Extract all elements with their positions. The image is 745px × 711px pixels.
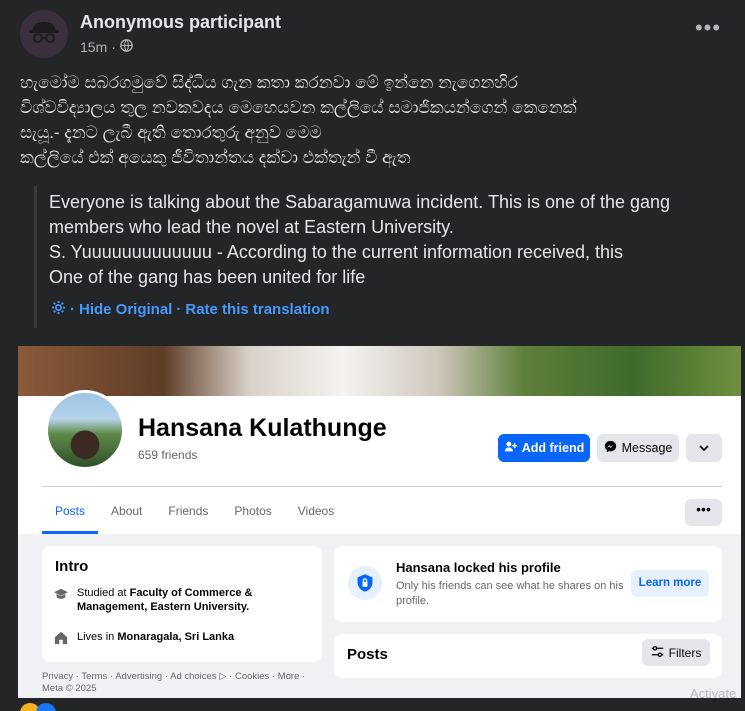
home-icon [54, 631, 68, 645]
post-meta: 15m · [80, 39, 133, 55]
profile-more-button: ••• [685, 499, 722, 526]
sliders-icon [651, 645, 664, 661]
locked-profile-card: Hansana locked his profile Only his frie… [334, 546, 722, 622]
intro-card: Intro Studied at Faculty of Commerce & M… [42, 546, 322, 662]
posts-title: Posts [347, 646, 388, 663]
tab-posts: Posts [42, 492, 99, 534]
studied-place-cont: Management, Eastern University. [77, 601, 250, 613]
translation-block: Everyone is talking about the Sabaragamu… [34, 186, 730, 328]
post-header: Anonymous participant 15m · ••• [20, 10, 725, 60]
translation-line: S. Yuuuuuuuuuuuuu - According to the cur… [49, 242, 624, 262]
activate-watermark: Activate [690, 686, 737, 701]
shield-icon [348, 566, 382, 600]
profile-tabs: Posts About Friends Photos Videos [42, 492, 347, 534]
tab-friends: Friends [168, 504, 209, 518]
profile-header: Hansana Kulathunge 659 friends Add frien… [18, 390, 741, 534]
post-text-line: සැයූ.- දැනට ලැබී ඇති තොරතුරු අනුව මෙම [20, 123, 322, 142]
post-more-button[interactable]: ••• [691, 17, 725, 44]
post-text-line: විශ්වවිද්‍යාලය තුල නවකවදය මෙහෙයවන කල්ලිය… [20, 98, 577, 117]
footer-line: Meta © 2025 [42, 683, 97, 694]
post-text-line: හැමෝම සබරගමුවේ සිද්ධිය ගැන කතා කරනවා මේ … [20, 73, 518, 92]
post-time[interactable]: 15m [80, 39, 107, 55]
hide-original-link[interactable]: Hide Original [79, 301, 172, 318]
post-card: Anonymous participant 15m · ••• හැමෝම සබ… [0, 0, 745, 711]
translation-links: · Hide Original · Rate this translation [51, 300, 330, 319]
location-text: Lives in Monaragala, Sri Lanka [77, 630, 234, 645]
friend-count: 659 friends [138, 448, 198, 462]
globe-icon [120, 39, 133, 55]
tab-photos: Photos [234, 504, 272, 518]
profile-divider [42, 486, 722, 487]
link-separator: · [70, 301, 75, 318]
translation-line: One of the gang has been united for life [49, 267, 366, 287]
studied-prefix: Studied at [77, 587, 130, 599]
tab-videos: Videos [297, 504, 335, 518]
translation-text: Everyone is talking about the Sabaragamu… [49, 190, 729, 290]
author-name[interactable]: Anonymous participant [80, 12, 281, 33]
post-text: හැමෝම සබරගමුවේ සිද්ධිය ගැන කතා කරනවා මේ … [20, 70, 730, 170]
message-label: Message [621, 441, 673, 455]
gear-icon[interactable] [51, 300, 66, 319]
education-text: Studied at Faculty of Commerce & Managem… [77, 586, 252, 614]
anonymous-avatar-icon[interactable] [20, 10, 68, 58]
learn-more-button: Learn more [631, 570, 709, 597]
translation-line: Everyone is talking about the Sabaragamu… [49, 192, 671, 212]
intro-location: Lives in Monaragala, Sri Lanka [54, 630, 234, 645]
chevron-down-icon [686, 434, 722, 462]
footer-links: Privacy · Terms · Advertising · Ad choic… [42, 671, 332, 695]
profile-avatar [45, 390, 125, 470]
tab-about: About [111, 504, 143, 518]
studied-place: Faculty of Commerce & [129, 587, 253, 599]
posts-section: Posts Filters [334, 634, 722, 678]
add-friend-button: Add friend [498, 434, 590, 462]
rate-translation-link[interactable]: Rate this translation [185, 301, 329, 318]
link-separator: · [176, 301, 182, 318]
like-reaction-icon [36, 703, 56, 711]
intro-title: Intro [55, 558, 89, 575]
meta-separator: · [111, 39, 116, 55]
filters-button: Filters [642, 639, 710, 666]
locked-title: Hansana locked his profile [396, 560, 561, 575]
shared-screenshot[interactable]: Hansana Kulathunge 659 friends Add frien… [18, 346, 741, 698]
lives-place: Monaragala, Sri Lanka [117, 631, 235, 643]
profile-name: Hansana Kulathunge [138, 414, 387, 442]
translation-line: members who lead the novel at Eastern Un… [49, 217, 454, 237]
filters-label: Filters [668, 645, 702, 660]
footer-line: Privacy · Terms · Advertising · Ad choic… [42, 671, 306, 682]
message-button: Message [597, 434, 679, 462]
add-friend-icon [504, 440, 517, 456]
add-friend-label: Add friend [521, 441, 585, 455]
locked-subtitle: Only his friends can see what he shares … [396, 580, 624, 607]
graduation-cap-icon [54, 587, 68, 601]
post-text-line: කල්ලියේ එක් අයෙකු ජීවිතාන්තය දක්වා එක්තැ… [20, 148, 411, 167]
lives-prefix: Lives in [77, 631, 118, 643]
reaction-icons[interactable] [20, 703, 70, 711]
intro-education: Studied at Faculty of Commerce & Managem… [54, 586, 252, 614]
messenger-icon [604, 440, 617, 456]
cover-photo [18, 346, 741, 396]
